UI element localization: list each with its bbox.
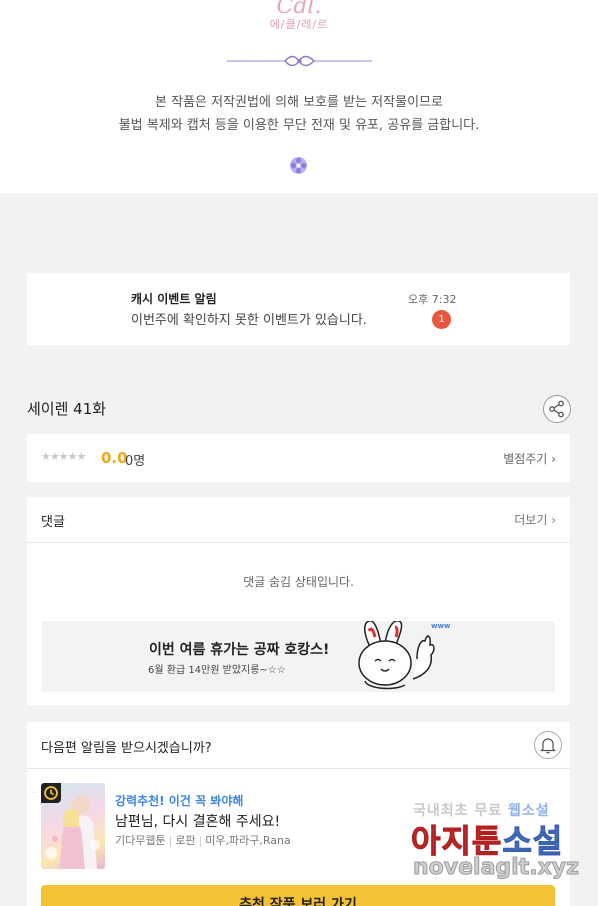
cash-event-notification[interactable]: 캐시 이벤트 알림 이번주에 확인하지 못한 이벤트가 있습니다. 오후 7:3…: [27, 273, 570, 345]
copyright-panel: Cdl. 에/클/레/르 본 작품은 저작권법에 의해 보호를 받는 저작물이므…: [0, 0, 598, 193]
notification-badge: 1: [432, 310, 451, 329]
divider: [27, 542, 570, 543]
comments-more-button[interactable]: 더보기 ›: [514, 511, 556, 528]
copyright-line-2: 불법 복제와 캡처 등을 이용한 무단 전재 및 유포, 공유를 금합니다.: [118, 118, 480, 133]
notification-title: 캐시 이벤트 알림: [131, 292, 217, 306]
banner-subtitle: 6월 환급 14만원 받았지롱~☆☆: [148, 665, 286, 676]
episode-title: 세이렌 41화: [27, 400, 107, 418]
recommended-title[interactable]: 남편님, 다시 결혼해 주세요!: [115, 811, 280, 831]
rate-label: 별점주기: [503, 452, 548, 466]
rate-button[interactable]: 별점주기 ›: [503, 450, 556, 467]
next-alert-question: 다음편 알림을 받으시겠습니까?: [41, 741, 212, 756]
copyright-notice: 본 작품은 저작권법에 의해 보호를 받는 저작물이므로 불법 복제와 캡처 등…: [0, 91, 598, 137]
watermark-url: novelagit.xyz: [413, 855, 580, 881]
promo-banner[interactable]: 이번 여름 휴가는 공짜 호캉스! 6월 환급 14만원 받았지롱~☆☆ www: [42, 621, 555, 692]
meta-category: 기다무웹툰: [115, 834, 166, 847]
comments-hidden-message: 댓글 숨김 상태입니다.: [243, 575, 354, 589]
bell-icon: [540, 738, 556, 754]
rating-score: 0.0: [101, 449, 128, 467]
notification-message: 이번주에 확인하지 못한 이벤트가 있습니다.: [131, 313, 367, 328]
notification-time: 오후 7:32: [408, 293, 457, 306]
meta-authors: 미우,파라구,Rana: [205, 834, 291, 847]
rating-card: ★★★★★ 0.0 0명 별점주기 ›: [27, 434, 570, 482]
recommended-cover-image[interactable]: [41, 783, 105, 869]
share-button[interactable]: [543, 395, 571, 423]
rabbit-mascot-image: [358, 621, 435, 690]
site-watermark: 국내최초 무료 웹소설 아지툰소설 novelagit.xyz: [409, 800, 589, 890]
share-icon: [549, 400, 564, 418]
clock-icon: [41, 783, 61, 803]
rating-count: 0명: [125, 454, 146, 469]
recommended-meta: 기다무웹툰 | 로판 | 미우,파라구,Rana: [115, 834, 291, 847]
mascot-tag: www: [431, 622, 451, 630]
publisher-logo-sub: 에/클/레/르: [269, 18, 329, 31]
divider: [27, 768, 570, 769]
meta-genre: 로판: [175, 834, 196, 847]
notification-bell-button[interactable]: [534, 731, 562, 759]
flower-icon: [290, 157, 307, 174]
star-rating: ★★★★★: [41, 450, 86, 463]
copyright-line-1: 본 작품은 저작권법에 의해 보호를 받는 저작물이므로: [155, 95, 443, 110]
comment-header: 댓글: [41, 515, 65, 530]
chevron-right-icon: ›: [551, 513, 556, 527]
banner-title: 이번 여름 휴가는 공짜 호캉스!: [149, 642, 330, 658]
comment-section: 댓글 더보기 › 댓글 숨김 상태입니다. 이번 여름 휴가는 공짜 호캉스! …: [27, 497, 570, 705]
chevron-right-icon: ›: [551, 452, 556, 466]
more-label: 더보기: [514, 513, 548, 527]
recommendation-tag: 강력추천! 이건 꼭 봐야해: [115, 794, 244, 808]
ornament-divider: [227, 55, 372, 67]
